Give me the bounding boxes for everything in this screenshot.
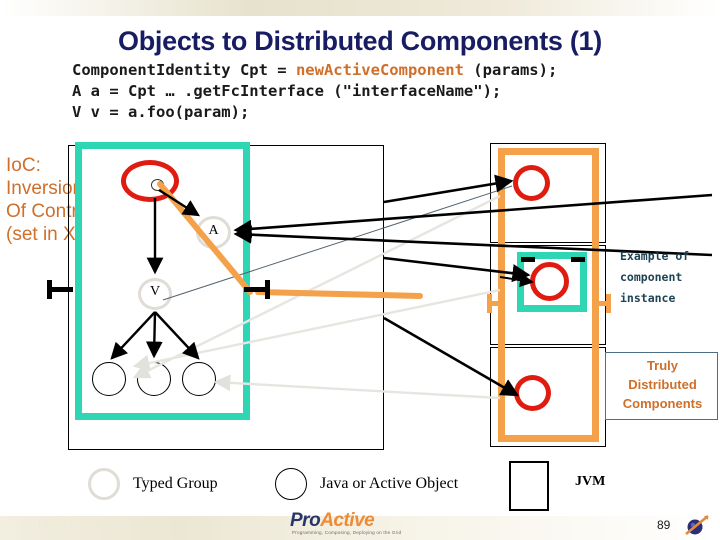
legend-jvm-label: JVM bbox=[575, 474, 606, 489]
legend-jvm-icon bbox=[509, 461, 549, 511]
code-line-1-prefix: ComponentIdentity Cpt = bbox=[72, 61, 296, 79]
truly-distributed-text: Truly Distributed Components bbox=[606, 356, 719, 413]
code-line-2: A a = Cpt … .getFcInterface ("interfaceN… bbox=[72, 82, 502, 100]
code-line-1-suffix: (params); bbox=[463, 61, 558, 79]
logo-active-text: Active bbox=[320, 510, 375, 531]
truly-line-1: Truly bbox=[646, 358, 679, 373]
truly-line-3: Components bbox=[622, 396, 703, 411]
planet-icon bbox=[685, 514, 709, 536]
right-active-object-bottom bbox=[514, 375, 551, 411]
page-number: 89 bbox=[657, 518, 671, 532]
slide-canvas: Objects to Distributed Components (1) Co… bbox=[0, 0, 720, 540]
logo-tagline: Programming, Composing, Deploying on the… bbox=[292, 530, 402, 535]
left-group-ellipse bbox=[121, 160, 179, 202]
right-active-object-top bbox=[513, 165, 550, 201]
truly-distributed-callout: Truly Distributed Components bbox=[605, 352, 718, 420]
page-title: Objects to Distributed Components (1) bbox=[118, 26, 602, 56]
group-member-marker bbox=[151, 179, 164, 191]
code-snippet: ComponentIdentity Cpt = newActiveCompone… bbox=[72, 60, 712, 123]
example-instance-note: Example of component instance bbox=[620, 249, 690, 305]
proactive-logo-wordmark: ProActive bbox=[290, 510, 375, 532]
footer-author: Denis Caromel bbox=[38, 518, 115, 530]
code-line-1-accent: newActiveComponent bbox=[295, 61, 464, 79]
leaf-object-1 bbox=[92, 362, 126, 396]
interface-node-a-label: A bbox=[208, 223, 219, 238]
value-node-v-label: V bbox=[149, 284, 161, 299]
proactive-logo: ProActive Programming, Composing, Deploy… bbox=[290, 510, 440, 540]
leaf-object-3 bbox=[182, 362, 216, 396]
legend-typed-group-icon bbox=[88, 468, 120, 500]
logo-pro-text: Pro bbox=[290, 510, 321, 531]
right-active-object-middle bbox=[530, 262, 569, 301]
leaf-object-2 bbox=[137, 362, 171, 396]
legend-typed-group-label: Typed Group bbox=[133, 475, 218, 492]
top-decor-band bbox=[0, 0, 720, 16]
legend-active-object-icon bbox=[275, 468, 307, 500]
code-line-3: V v = a.foo(param); bbox=[72, 103, 250, 121]
legend-active-object-label: Java or Active Object bbox=[320, 475, 459, 492]
truly-line-2: Distributed bbox=[628, 377, 697, 392]
